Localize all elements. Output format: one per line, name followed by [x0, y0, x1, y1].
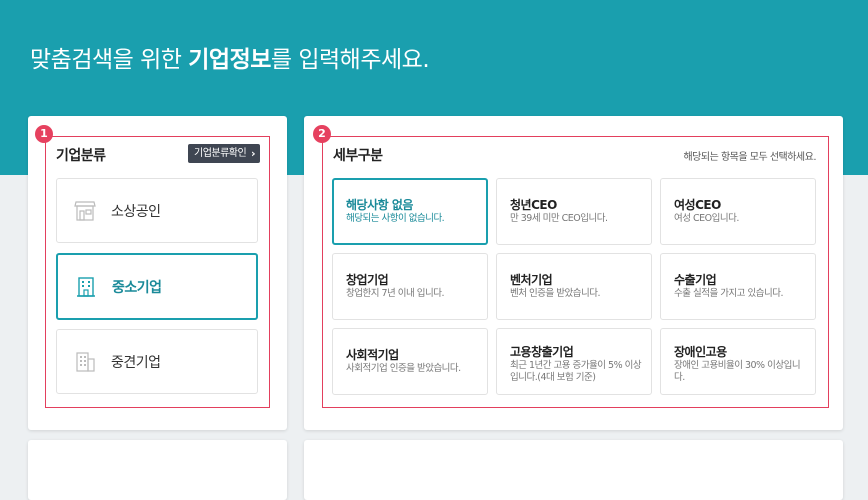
option-title: 장애인고용: [674, 345, 727, 359]
option-venture[interactable]: 벤처기업 벤처 인증을 받았습니다.: [496, 253, 652, 320]
option-startup[interactable]: 창업기업 창업한지 7년 이내 입니다.: [332, 253, 488, 320]
option-desc: 여성 CEO입니다.: [674, 213, 739, 224]
company-type-label: 소상공인: [111, 204, 161, 220]
option-title: 창업기업: [346, 273, 389, 287]
company-type-midsize[interactable]: 중견기업: [56, 329, 258, 394]
building-icon: [76, 352, 95, 372]
option-export[interactable]: 수출기업 수출 실적을 가지고 있습니다.: [660, 253, 816, 320]
option-disabled-employment[interactable]: 장애인고용 장애인 고용비율이 30% 이상입니다.: [660, 328, 816, 395]
chevron-right-icon: ›: [250, 147, 256, 160]
step-badge-1: 1: [35, 125, 53, 143]
company-type-label: 중견기업: [111, 355, 161, 371]
option-desc: 벤처 인증을 받았습니다.: [510, 288, 600, 299]
shop-icon: [74, 201, 96, 221]
option-title: 수출기업: [674, 273, 717, 287]
option-title: 사회적기업: [346, 348, 399, 362]
company-type-label: 중소기업: [112, 280, 162, 296]
lower-card-left: [28, 440, 287, 500]
option-title: 벤처기업: [510, 273, 553, 287]
option-desc: 수출 실적을 가지고 있습니다.: [674, 288, 783, 299]
step-badge-2: 2: [313, 125, 331, 143]
company-type-sme[interactable]: 중소기업: [56, 253, 258, 320]
option-female-ceo[interactable]: 여성CEO 여성 CEO입니다.: [660, 178, 816, 245]
option-title: 해당사항 없음: [346, 198, 413, 212]
lower-card-right: [304, 440, 843, 500]
company-type-confirm-button[interactable]: 기업분류확인 ›: [188, 144, 260, 163]
option-desc: 만 39세 미만 CEO입니다.: [510, 213, 608, 224]
option-desc: 창업한지 7년 이내 입니다.: [346, 288, 445, 299]
option-young-ceo[interactable]: 청년CEO 만 39세 미만 CEO입니다.: [496, 178, 652, 245]
option-title: 고용창출기업: [510, 345, 574, 359]
option-desc: 최근 1년간 고용 증가율이 5% 이상입니다.(4대 보험 기준): [510, 360, 642, 383]
option-desc: 사회적기업 인증을 받았습니다.: [346, 363, 461, 374]
option-desc: 장애인 고용비율이 30% 이상입니다.: [674, 360, 801, 383]
company-type-title: 기업분류: [56, 148, 106, 164]
building-icon: [77, 277, 95, 297]
confirm-button-label: 기업분류확인: [194, 148, 247, 159]
option-title: 청년CEO: [510, 198, 557, 212]
option-title: 여성CEO: [674, 198, 721, 212]
option-job-creation[interactable]: 고용창출기업 최근 1년간 고용 증가율이 5% 이상입니다.(4대 보험 기준…: [496, 328, 652, 395]
detail-category-title: 세부구분: [333, 148, 383, 164]
option-none[interactable]: 해당사항 없음 해당되는 사항이 없습니다.: [332, 178, 488, 245]
page-title: 맞춤검색을 위한 기업정보를 입력해주세요.: [30, 47, 430, 73]
option-social-enterprise[interactable]: 사회적기업 사회적기업 인증을 받았습니다.: [332, 328, 488, 395]
company-type-small-business[interactable]: 소상공인: [56, 178, 258, 243]
detail-category-hint: 해당되는 항목을 모두 선택하세요.: [683, 152, 816, 163]
option-desc: 해당되는 사항이 없습니다.: [346, 213, 445, 224]
